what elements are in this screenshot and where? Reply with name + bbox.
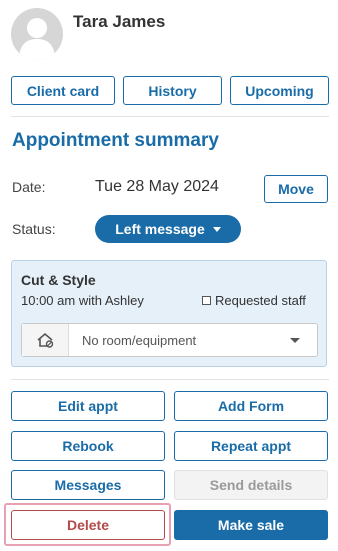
room-equipment-select[interactable]: No room/equipment (21, 323, 318, 357)
service-name: Cut & Style (21, 272, 96, 288)
repeat-appt-button[interactable]: Repeat appt (174, 431, 328, 461)
add-form-button[interactable]: Add Form (174, 391, 328, 421)
delete-button[interactable]: Delete (11, 510, 165, 540)
user-avatar-icon (19, 18, 55, 60)
status-dropdown[interactable]: Left message (95, 215, 241, 243)
move-button[interactable]: Move (264, 175, 328, 203)
appointment-panel: Tara James Client card History Upcoming … (0, 0, 338, 551)
chevron-down-icon (290, 338, 300, 343)
client-name[interactable]: Tara James (73, 12, 165, 32)
checkbox-icon (202, 296, 211, 305)
service-time-staff: 10:00 am with Ashley (21, 293, 144, 308)
client-header: Tara James (11, 8, 331, 60)
messages-button[interactable]: Messages (11, 470, 165, 500)
room-icon-box (22, 324, 69, 356)
room-placeholder: No room/equipment (82, 333, 197, 348)
requested-staff-checkbox[interactable]: Requested staff (202, 293, 306, 308)
edit-appt-button[interactable]: Edit appt (11, 391, 165, 421)
status-label: Status: (12, 221, 56, 237)
status-value: Left message (115, 221, 205, 237)
divider (11, 379, 329, 380)
divider (11, 116, 329, 117)
client-card-button[interactable]: Client card (11, 76, 115, 105)
client-tabs: Client card History Upcoming (11, 76, 329, 105)
chevron-down-icon (212, 226, 221, 232)
date-value: Tue 28 May 2024 (95, 178, 219, 195)
history-button[interactable]: History (123, 76, 222, 105)
upcoming-button[interactable]: Upcoming (230, 76, 329, 105)
avatar (11, 8, 63, 60)
date-label: Date: (12, 179, 46, 195)
service-card: Cut & Style 10:00 am with Ashley Request… (11, 260, 327, 367)
room-equipment-icon (37, 332, 54, 348)
make-sale-button[interactable]: Make sale (174, 510, 328, 540)
rebook-button[interactable]: Rebook (11, 431, 165, 461)
send-details-button: Send details (174, 470, 328, 500)
section-title: Appointment summary (12, 130, 219, 151)
requested-staff-label: Requested staff (215, 293, 306, 308)
